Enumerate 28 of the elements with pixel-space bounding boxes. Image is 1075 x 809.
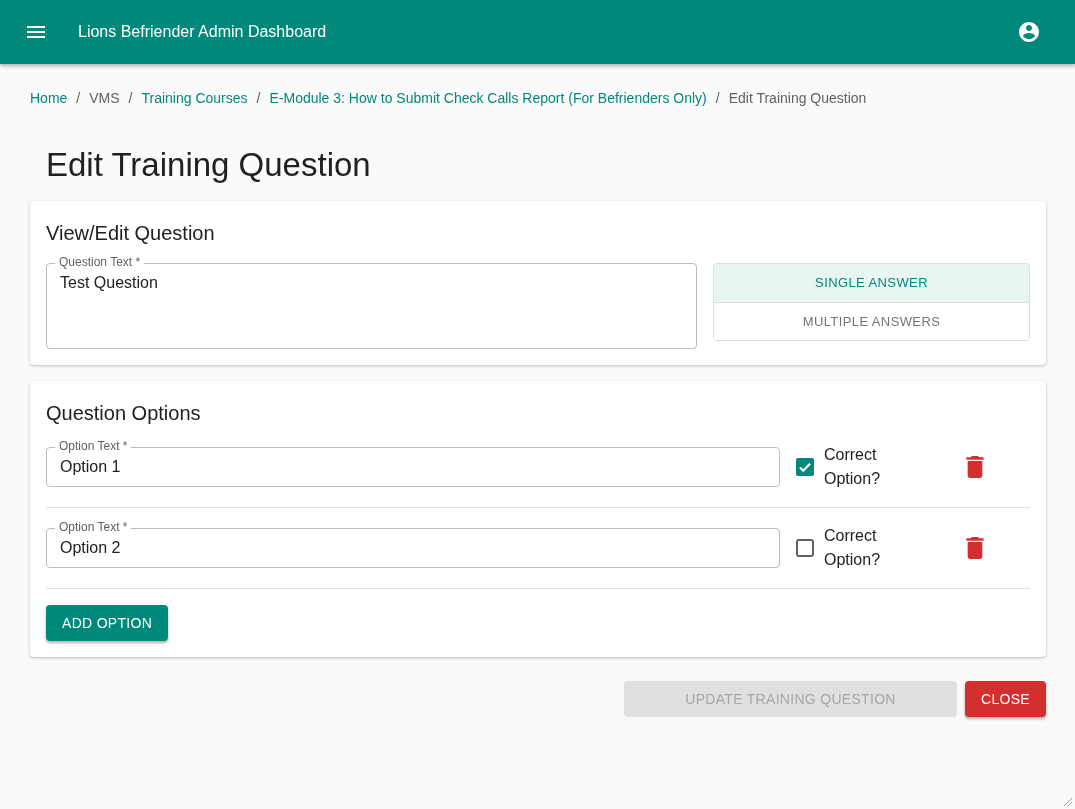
- checkbox[interactable]: [796, 458, 814, 476]
- trash-icon[interactable]: [964, 537, 986, 559]
- field-label: Question Text *: [55, 256, 145, 269]
- page-title: Edit Training Question: [46, 145, 372, 185]
- breadcrumb-current: Edit Training Question: [728, 90, 867, 106]
- breadcrumb-separator: /: [128, 90, 133, 106]
- checkbox-label: Correct Option?: [824, 445, 882, 489]
- account-icon[interactable]: [1017, 20, 1041, 44]
- answer-type-option[interactable]: SINGLE ANSWER: [714, 264, 1029, 302]
- breadcrumb-separator: /: [715, 90, 720, 106]
- close-button[interactable]: CLOSE: [965, 681, 1046, 717]
- field-label: Option Text *: [55, 521, 132, 534]
- card-heading: Question Options: [46, 401, 202, 425]
- resize-grip-icon[interactable]: [1063, 797, 1073, 807]
- app-title: Lions Befriender Admin Dashboard: [78, 23, 328, 41]
- card-heading: View/Edit Question: [46, 221, 216, 245]
- breadcrumb-link[interactable]: E-Module 3: How to Submit Check Calls Report (For Befrienders Only): [269, 90, 707, 106]
- breadcrumb-link[interactable]: Home: [30, 90, 68, 106]
- trash-icon[interactable]: [964, 456, 986, 478]
- breadcrumb-separator: /: [256, 90, 261, 106]
- add-option-button[interactable]: ADD OPTION: [46, 605, 169, 641]
- checkbox-label: Correct Option?: [824, 526, 882, 570]
- breadcrumb-current: VMS: [89, 90, 120, 106]
- breadcrumb-link[interactable]: Training Courses: [141, 90, 248, 106]
- field-label: Option Text *: [55, 440, 132, 453]
- answer-type-option[interactable]: MULTIPLE ANSWERS: [714, 301, 1029, 340]
- checkbox[interactable]: [796, 539, 814, 557]
- breadcrumb-separator: /: [76, 90, 81, 106]
